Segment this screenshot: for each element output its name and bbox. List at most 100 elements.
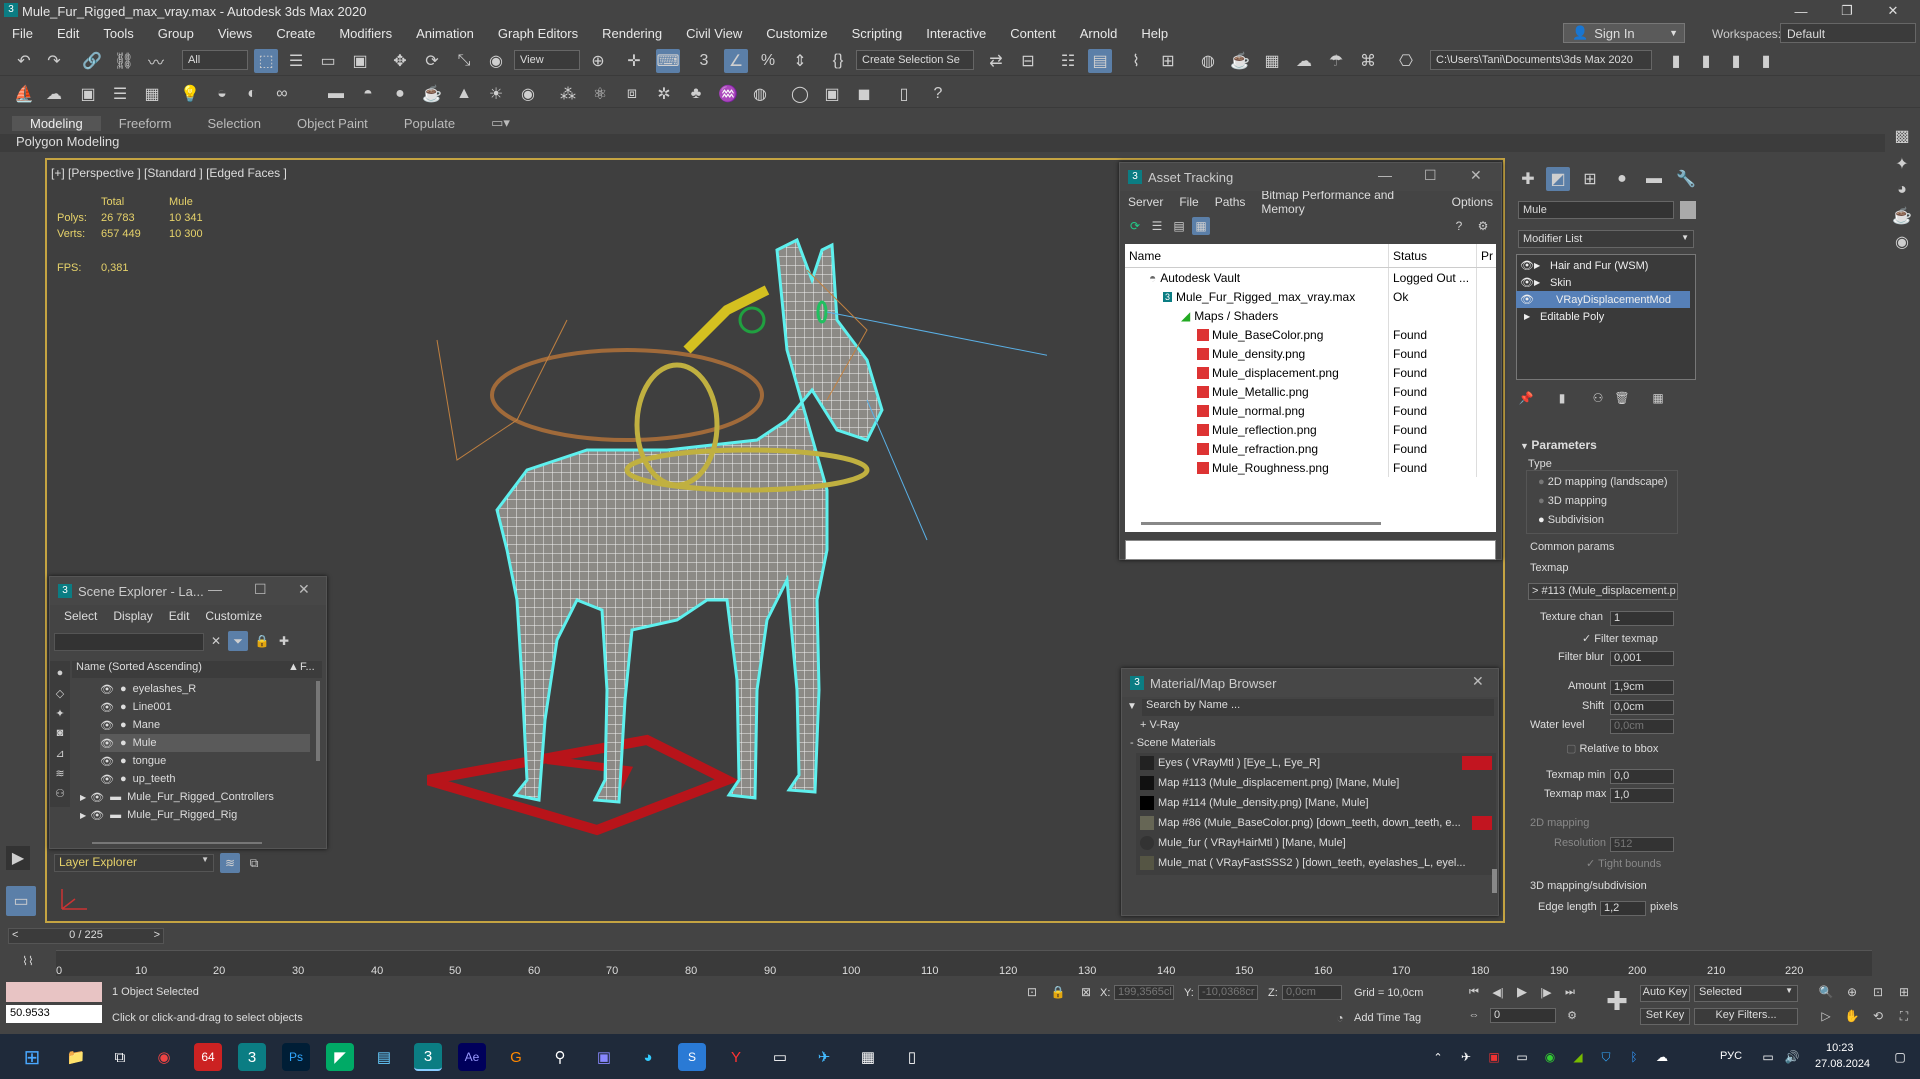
clock-time[interactable]: 10:23 [1826,1042,1854,1054]
fur-brush-icon[interactable]: ◍ [748,82,772,106]
filter-texmap-checkbox[interactable]: ✓ Filter texmap [1582,632,1658,645]
current-frame-field[interactable]: 0 [1490,1008,1556,1023]
grid-icon[interactable]: ▦ [140,82,164,106]
notepad-icon[interactable]: ▤ [370,1043,398,1071]
scene-tree-header[interactable]: Name (Sorted Ascending) ▲ F... [72,661,322,678]
maximize-button[interactable]: ☐ [1424,167,1437,184]
relative-to-bbox-checkbox[interactable]: ▢ Relative to bbox [1566,742,1658,755]
amount-spinner[interactable]: 1,9cm [1610,680,1674,695]
globe-icon[interactable]: ◯ [788,82,812,106]
window-crossing-icon[interactable]: ▣ [348,49,372,73]
filter-bones-icon[interactable]: ⚇ [51,784,69,802]
expand-icon[interactable]: ▶ [1534,261,1540,270]
menu-paths[interactable]: Paths [1207,195,1254,209]
expand-icon[interactable]: ▶ [1524,312,1530,321]
texmap-min-spinner[interactable]: 0,0 [1610,769,1674,784]
bulb-icon[interactable]: ✦ [1890,152,1914,176]
object-color-swatch[interactable] [1680,201,1696,219]
search-tool-icon[interactable]: ⚲ [546,1043,574,1071]
close-button[interactable]: ✕ [1870,0,1916,22]
app-s-icon[interactable]: S [678,1043,706,1071]
volume-icon[interactable]: 🔊 [1778,1043,1806,1071]
filter-geometry-icon[interactable]: ● [51,664,69,682]
render-iterative-icon[interactable]: ⌘ [1356,49,1380,73]
zoom-icon[interactable]: 🔍 [1816,982,1836,1002]
absolute-mode-icon[interactable]: ⊠ [1076,982,1096,1002]
app-g-icon[interactable]: G [502,1043,530,1071]
create-selection-set-select[interactable]: Create Selection Se [856,50,974,70]
menu-civil-view[interactable]: Civil View [674,26,754,41]
list-icon[interactable]: ☰ [108,82,132,106]
menu-tools[interactable]: Tools [91,26,145,41]
modifier-hair-and-fur[interactable]: 👁 ▶ Hair and Fur (WSM) [1516,257,1690,274]
selection-lock-icon[interactable]: 🔒 [1048,982,1068,1002]
minimize-button[interactable]: — [1778,0,1824,22]
scene-explorer-titlebar[interactable]: 3 Scene Explorer - La... — ☐ ✕ [50,577,326,605]
selection-filter-select[interactable]: All [182,50,248,70]
tab-selection[interactable]: Selection [190,116,279,131]
notification-icon[interactable]: ▢ [1886,1043,1914,1071]
plant-icon[interactable]: ♣ [684,82,708,106]
menu-file[interactable]: File [1171,195,1206,209]
table-row[interactable]: ◢ Maps / Shaders [1125,306,1496,325]
layer-explorer-select[interactable]: Layer Explorer ▼ [54,854,214,872]
asset-tracking-titlebar[interactable]: 3 Asset Tracking — ☐ ✕ [1120,163,1501,191]
eye-icon[interactable]: 👁 [100,737,114,750]
radio-3d-mapping[interactable]: ● 3D mapping [1538,495,1607,507]
rendered-frame-icon[interactable]: ▦ [1260,49,1284,73]
filter-helpers-icon[interactable]: ⊿ [51,744,69,762]
z-coordinate-field[interactable]: 0,0cm [1282,985,1342,1000]
layer-explorer-icon[interactable]: ☷ [1056,49,1080,73]
calculator-icon[interactable]: ▦ [854,1043,882,1071]
texmap-button[interactable]: > #113 (Mule_displacement.p [1528,583,1678,600]
open-explorer-icon[interactable]: ⎔ [1394,49,1418,73]
menu-file[interactable]: File [0,26,45,41]
list-item[interactable]: Mule_fur ( VRayHairMtl ) [Mane, Mule] [1136,833,1496,853]
snaps-toggle-icon[interactable]: 3 [692,49,716,73]
menu-server[interactable]: Server [1120,195,1171,209]
app-64-icon[interactable]: 64 [194,1043,222,1071]
motion-tab-icon[interactable]: ● [1610,167,1634,191]
play-icon[interactable]: ▶ [1512,982,1532,1002]
sun-icon[interactable]: ☀ [484,82,508,106]
table-row[interactable]: Mule_density.png Found [1125,344,1496,363]
set-key-big-icon[interactable]: ✚ [1600,984,1634,1018]
list-item[interactable]: Map #86 (Mule_BaseColor.png) [down_teeth… [1136,813,1496,833]
parameters-rollout[interactable]: ▼ Parameters [1520,438,1597,452]
radio-2d-mapping[interactable]: ● 2D mapping (landscape) [1538,476,1668,488]
telegram-icon[interactable]: ✈ [810,1043,838,1071]
menu-customize[interactable]: Customize [197,609,270,623]
auto-key-button[interactable]: Auto Key [1640,985,1690,1002]
spinner-snap-icon[interactable]: ⇕ [788,49,812,73]
texture-channel-spinner[interactable]: 1 [1610,611,1674,626]
photoshop-icon[interactable]: Ps [282,1043,310,1071]
filter-icon[interactable]: ⏷ [228,631,248,651]
eye-icon[interactable]: 👁 [100,773,114,786]
table-row[interactable]: Mule_normal.png Found [1125,401,1496,420]
angle-snap-icon[interactable]: ∠ [724,49,748,73]
eye-icon[interactable]: 👁 [100,701,114,714]
menu-options[interactable]: Options [1444,195,1501,209]
texmap-max-spinner[interactable]: 1,0 [1610,788,1674,803]
object-name-field[interactable]: Mule [1518,201,1674,219]
proxy-icon[interactable]: ⧈ [620,82,644,106]
col-status[interactable]: Status [1389,244,1477,267]
filter-blur-spinner[interactable]: 0,001 [1610,651,1674,666]
ball-icon[interactable]: ◉ [516,82,540,106]
menu-select[interactable]: Select [56,609,105,623]
keyboard-shortcut-override-icon[interactable]: ⌨ [656,49,680,73]
render-icon[interactable]: ☁ [1292,49,1316,73]
clock-date[interactable]: 27.08.2024 [1815,1058,1870,1070]
table-view-icon[interactable]: ▦ [1192,217,1210,235]
table-row[interactable]: Mule_reflection.png Found [1125,420,1496,439]
selected-set-select[interactable]: Selected ▼ [1694,985,1798,1002]
3dsmax-task-icon[interactable]: 3 [238,1043,266,1071]
list-item[interactable]: 👁 ● eyelashes_R [100,680,310,698]
filter-shapes-icon[interactable]: ◇ [51,684,69,702]
detail-view-icon[interactable]: ▤ [1170,217,1188,235]
render-active-icon[interactable]: ◉ [1890,230,1914,254]
link2-icon[interactable]: ∞ [270,82,294,106]
zoom-all-icon[interactable]: ⊕ [1842,982,1862,1002]
undo-icon[interactable]: ↶ [12,49,36,73]
filter-lights-icon[interactable]: ✦ [51,704,69,722]
